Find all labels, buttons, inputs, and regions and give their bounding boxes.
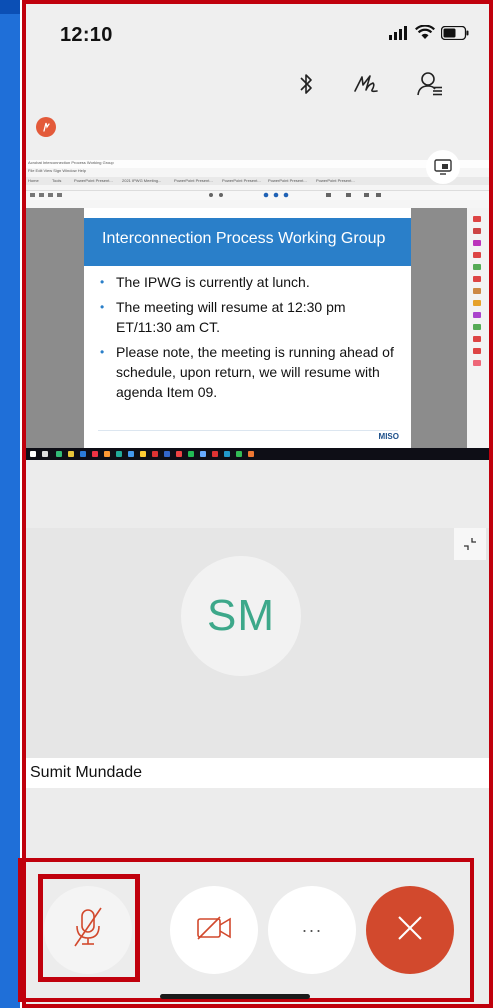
- shared-app-chrome: Acrobat Interconnection Process Working …: [26, 160, 489, 208]
- bluetooth-icon[interactable]: [288, 66, 324, 102]
- participants-icon[interactable]: [412, 66, 448, 102]
- participant-video-tile[interactable]: SM: [26, 528, 489, 758]
- shared-left-panel: [26, 208, 84, 448]
- avatar: SM: [181, 556, 301, 676]
- battery-icon: [440, 25, 469, 45]
- home-indicator: [160, 994, 310, 999]
- shared-tab: PowerPoint Present...: [174, 178, 213, 183]
- participant-name-bar: Sumit Mundade: [26, 758, 489, 788]
- meeting-screen: 12:10 Acrobat Interconnection Process Wo…: [22, 0, 493, 1008]
- shared-tab: 2021 IPWG Meeting...: [122, 178, 162, 183]
- mute-highlight: [38, 874, 140, 982]
- slide-footer-line: [98, 430, 398, 431]
- shared-tab: PowerPoint Present...: [222, 178, 261, 183]
- shared-tab: PowerPoint Present...: [268, 178, 307, 183]
- wifi-icon: [415, 24, 435, 45]
- shared-screen[interactable]: Acrobat Interconnection Process Working …: [26, 160, 489, 460]
- slide-bullet: The IPWG is currently at lunch.: [98, 272, 403, 292]
- slide-bullet: Please note, the meeting is running ahea…: [98, 342, 403, 402]
- miso-logo: MISO: [378, 432, 399, 441]
- video-divider: [26, 460, 489, 528]
- meeting-toolbar: [22, 60, 493, 104]
- shared-tab: PowerPoint Present...: [74, 178, 113, 183]
- shared-window-title: Acrobat Interconnection Process Working …: [28, 160, 114, 165]
- shared-right-panel: [411, 208, 467, 448]
- signal-icon: [389, 25, 409, 45]
- shared-tools-pane: [467, 208, 489, 448]
- shared-menu: File Edit View Sign Window Help: [28, 168, 86, 173]
- screen-share-icon[interactable]: [426, 150, 460, 184]
- slide-bullets: The IPWG is currently at lunch. The meet…: [98, 272, 403, 407]
- windows-taskbar: [26, 448, 489, 460]
- shared-tab: Tools: [52, 178, 62, 183]
- left-window-edge: [0, 0, 20, 1008]
- presentation-slide: Interconnection Process Working Group Th…: [84, 208, 411, 448]
- participant-name: Sumit Mundade: [30, 764, 143, 781]
- status-icons: [389, 24, 469, 45]
- status-time: 12:10: [60, 24, 113, 46]
- slide-title-bar: Interconnection Process Working Group: [84, 218, 411, 266]
- slide-title: Interconnection Process Working Group: [102, 230, 386, 247]
- recording-icon: [36, 117, 56, 137]
- shared-tab: PowerPoint Present...: [316, 178, 355, 183]
- slide-bullet: The meeting will resume at 12:30 pm ET/1…: [98, 297, 403, 337]
- minimize-icon[interactable]: [454, 528, 486, 560]
- annotate-icon[interactable]: [348, 66, 384, 102]
- shared-tab: Home: [28, 178, 39, 183]
